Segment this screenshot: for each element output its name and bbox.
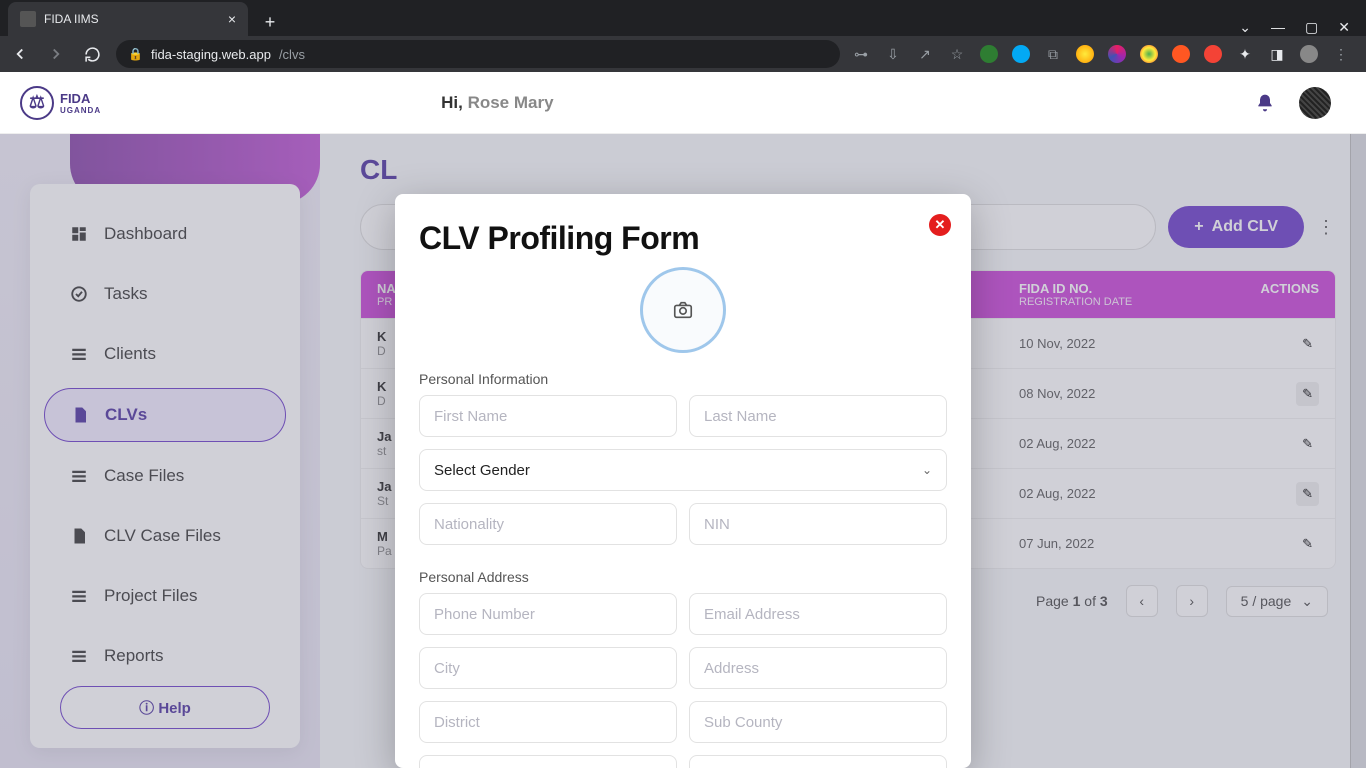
ext-icon[interactable] (1076, 45, 1094, 63)
city-input[interactable] (419, 647, 677, 689)
side-panel-icon[interactable]: ◨ (1268, 45, 1286, 63)
new-tab-button[interactable]: + (256, 8, 284, 36)
nationality-input[interactable] (419, 503, 677, 545)
subcounty-input[interactable] (689, 701, 947, 743)
address-bar[interactable]: 🔒 fida-staging.web.app/clvs (116, 40, 840, 68)
browser-avatar[interactable] (1300, 45, 1318, 63)
extensions-icon[interactable]: ✦ (1236, 45, 1254, 63)
nin-input[interactable] (689, 503, 947, 545)
browser-menu-icon[interactable]: ⋮ (1332, 45, 1350, 63)
photo-upload-button[interactable] (640, 267, 726, 353)
chevron-down-icon[interactable]: ⌄ (1239, 19, 1251, 36)
chevron-down-icon: ⌄ (922, 463, 932, 477)
close-modal-button[interactable]: ✕ (929, 214, 951, 236)
greeting: Hi, Rose Mary (441, 93, 553, 113)
first-name-input[interactable] (419, 395, 677, 437)
logo[interactable]: ⚖ FIDA UGANDA (20, 86, 101, 120)
clv-profiling-modal: CLV Profiling Form ✕ Personal Informatio… (395, 194, 971, 768)
minimize-icon[interactable]: ― (1271, 19, 1285, 36)
ext-icon[interactable] (1108, 45, 1126, 63)
ext-icon[interactable] (1204, 45, 1222, 63)
last-name-input[interactable] (689, 395, 947, 437)
email-input[interactable] (689, 593, 947, 635)
ext-icon[interactable] (1140, 45, 1158, 63)
user-avatar[interactable] (1299, 87, 1331, 119)
lock-icon: 🔒 (128, 47, 143, 61)
district-input[interactable] (419, 701, 677, 743)
url-path: /clvs (279, 47, 305, 62)
tab-favicon (20, 11, 36, 27)
section-label: Personal Address (419, 569, 947, 585)
modal-overlay[interactable]: CLV Profiling Form ✕ Personal Informatio… (0, 134, 1366, 768)
install-icon[interactable]: ⇩ (884, 45, 902, 63)
app-topbar: ⚖ FIDA UGANDA Hi, Rose Mary (0, 72, 1366, 134)
maximize-icon[interactable]: ▢ (1305, 19, 1318, 36)
share-icon[interactable]: ↗ (916, 45, 934, 63)
tab-title: FIDA IIMS (44, 12, 99, 26)
section-label: Personal Information (419, 371, 947, 387)
camera-icon (672, 299, 694, 321)
address-input[interactable] (689, 647, 947, 689)
close-window-icon[interactable]: ✕ (1338, 19, 1350, 36)
forward-button[interactable] (44, 42, 68, 66)
ext-icon[interactable] (1172, 45, 1190, 63)
ext-icon[interactable]: ⧉ (1044, 45, 1062, 63)
ext-icon[interactable] (1012, 45, 1030, 63)
logo-text: FIDA (60, 91, 101, 106)
village-input[interactable] (419, 755, 677, 768)
reload-button[interactable] (80, 42, 104, 66)
phone-input[interactable] (419, 593, 677, 635)
zone-input[interactable] (689, 755, 947, 768)
logo-icon: ⚖ (20, 86, 54, 120)
logo-subtext: UGANDA (60, 106, 101, 115)
key-icon[interactable]: ⊶ (852, 45, 870, 63)
notifications-bell-icon[interactable] (1255, 93, 1275, 113)
url-host: fida-staging.web.app (151, 47, 271, 62)
browser-tab[interactable]: FIDA IIMS × (8, 2, 248, 36)
back-button[interactable] (8, 42, 32, 66)
ext-icon[interactable] (980, 45, 998, 63)
gender-select[interactable]: Select Gender ⌄ (419, 449, 947, 491)
bookmark-icon[interactable]: ☆ (948, 45, 966, 63)
tab-close-icon[interactable]: × (228, 11, 236, 27)
modal-title: CLV Profiling Form (419, 220, 947, 257)
